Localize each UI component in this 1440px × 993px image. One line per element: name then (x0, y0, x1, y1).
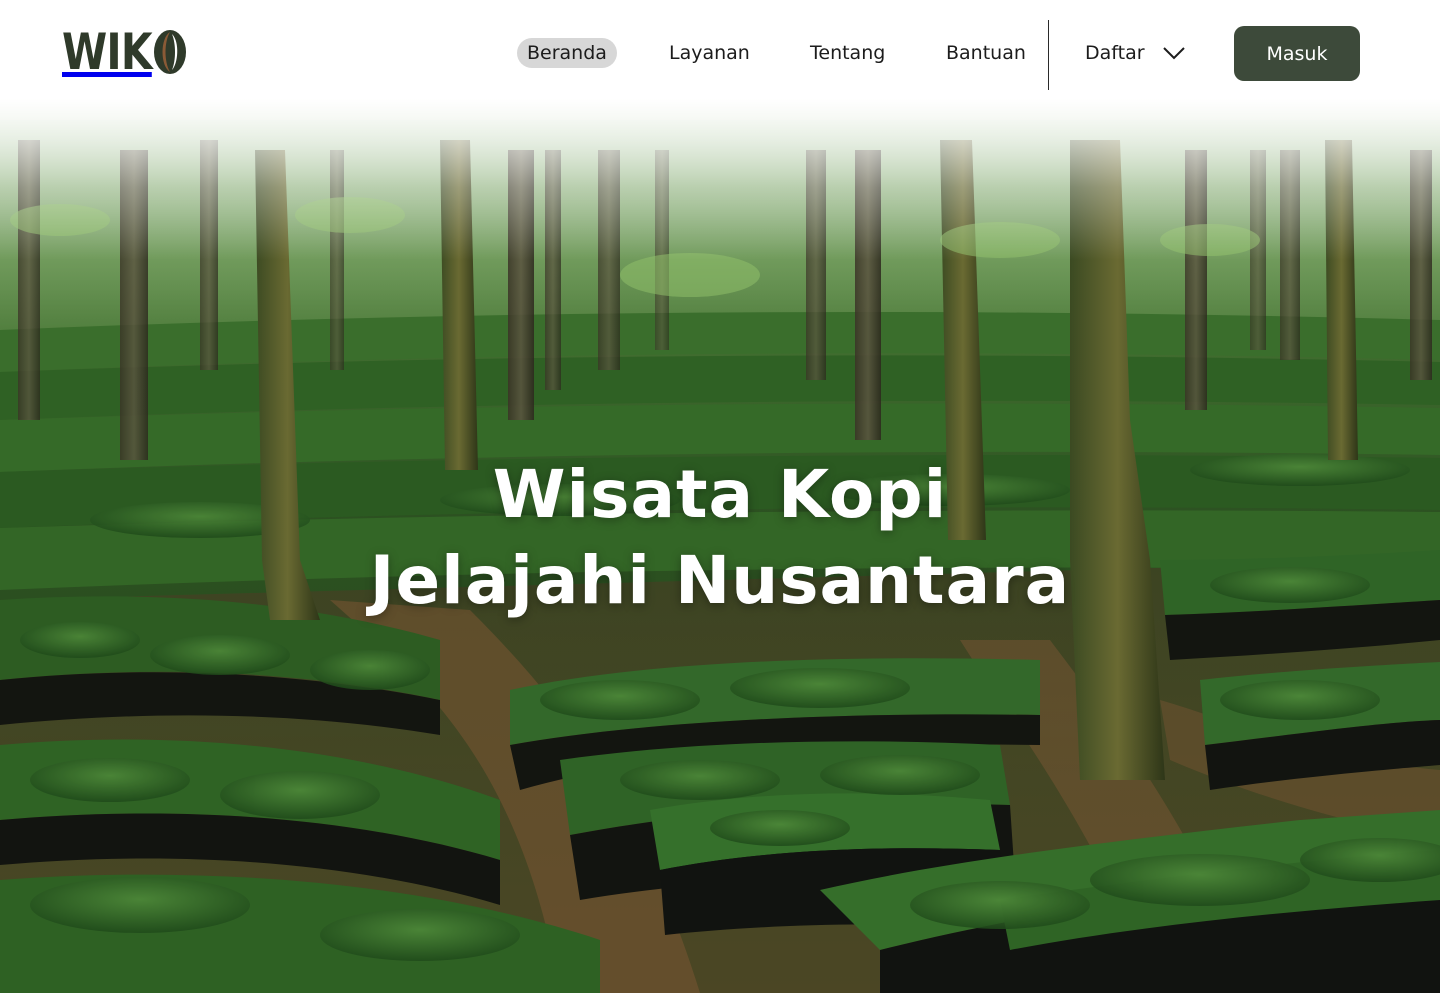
hero-title: Wisata Kopi Jelajahi Nusantara (0, 452, 1440, 624)
nav-item-layanan[interactable]: Layanan (669, 38, 750, 68)
nav-item-bantuan[interactable]: Bantuan (946, 38, 1026, 68)
landing-page: WIK Beranda Layanan Tentang Bantuan Daft… (0, 0, 1440, 993)
nav-item-beranda[interactable]: Beranda (517, 38, 617, 68)
nav-divider (1048, 20, 1049, 90)
hero-title-line2: Jelajahi Nusantara (369, 542, 1071, 619)
navbar: WIK Beranda Layanan Tentang Bantuan Daft… (0, 0, 1440, 108)
brand-logo[interactable]: WIK (62, 23, 186, 81)
hero-title-line1: Wisata Kopi (492, 456, 948, 533)
nav-item-tentang[interactable]: Tentang (810, 38, 885, 68)
daftar-dropdown[interactable]: Daftar (1085, 38, 1185, 68)
chevron-down-icon (1162, 47, 1185, 60)
logo-text: WIK (62, 23, 153, 81)
daftar-label: Daftar (1085, 42, 1145, 64)
login-button[interactable]: Masuk (1234, 26, 1360, 81)
coffee-bean-icon (154, 30, 186, 74)
